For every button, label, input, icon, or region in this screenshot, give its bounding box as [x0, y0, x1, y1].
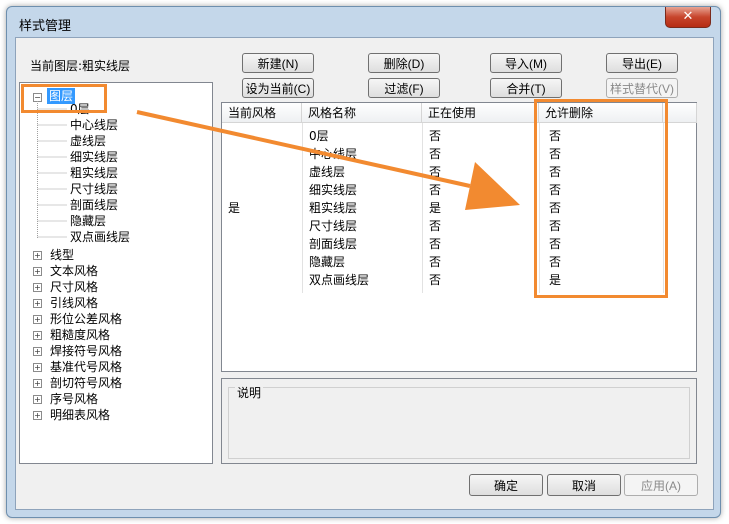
cell-name: 0层	[309, 129, 329, 143]
tree-category-item[interactable]: 尺寸风格	[50, 279, 98, 295]
cell-in-use: 否	[429, 183, 442, 197]
tree-category-item[interactable]: 粗糙度风格	[50, 327, 110, 343]
expand-icon[interactable]: +	[33, 347, 42, 356]
column-divider	[422, 123, 423, 293]
export-button[interactable]: 导出(E)	[606, 53, 678, 73]
style-tree[interactable]: − 图层 0层 中心线层 虚线层 细实线层 粗实线层 尺寸线层 剖面线层 隐藏层…	[19, 82, 213, 464]
close-icon: ✕	[682, 9, 694, 24]
column-divider	[302, 123, 303, 293]
tree-category-item[interactable]: 文本风格	[50, 263, 98, 279]
cancel-button[interactable]: 取消	[547, 474, 621, 496]
expand-icon[interactable]: +	[33, 251, 42, 260]
description-groupbox: 说明	[228, 386, 690, 459]
expand-icon[interactable]: +	[33, 299, 42, 308]
cell-name: 虚线层	[309, 165, 346, 179]
cell-in-use: 是	[429, 201, 442, 215]
import-button[interactable]: 导入(M)	[490, 53, 562, 73]
column-header-name[interactable]: 风格名称	[302, 103, 422, 123]
cell-in-use: 否	[429, 147, 442, 161]
tree-category-item[interactable]: 焊接符号风格	[50, 343, 122, 359]
tree-category-item[interactable]: 基准代号风格	[50, 359, 122, 375]
tree-category-item[interactable]: 引线风格	[50, 295, 98, 311]
cell-in-use: 否	[429, 255, 442, 269]
cell-name: 双点画线层	[309, 273, 370, 287]
column-header-current[interactable]: 当前风格	[222, 103, 302, 123]
expand-icon[interactable]: +	[33, 379, 42, 388]
tree-layer-item[interactable]: 双点画线层	[70, 229, 130, 245]
merge-button[interactable]: 合并(T)	[490, 78, 562, 98]
expand-icon[interactable]: +	[33, 331, 42, 340]
current-layer-label: 当前图层:粗实线层	[30, 59, 131, 73]
expand-icon[interactable]: +	[33, 283, 42, 292]
ok-button[interactable]: 确定	[469, 474, 543, 496]
tree-category-item[interactable]: 明细表风格	[50, 407, 110, 423]
title-bar[interactable]: 样式管理 ✕	[7, 7, 720, 37]
window-title: 样式管理	[19, 19, 72, 34]
filter-button[interactable]: 过滤(F)	[368, 78, 440, 98]
tree-layer-item[interactable]: 粗实线层	[70, 165, 118, 181]
cell-name: 中心线层	[309, 147, 358, 161]
cell-in-use: 否	[429, 237, 442, 251]
cell-name: 细实线层	[309, 183, 358, 197]
tree-layer-item[interactable]: 隐藏层	[70, 213, 106, 229]
cell-in-use: 否	[429, 273, 442, 287]
tree-category-item[interactable]: 线型	[50, 247, 74, 263]
tree-category-item[interactable]: 形位公差风格	[50, 311, 122, 327]
expand-icon[interactable]: +	[33, 267, 42, 276]
new-button[interactable]: 新建(N)	[242, 53, 314, 73]
expand-icon[interactable]: +	[33, 411, 42, 420]
delete-button[interactable]: 删除(D)	[368, 53, 440, 73]
tree-layer-item[interactable]: 中心线层	[70, 117, 118, 133]
cell-name: 隐藏层	[309, 255, 346, 269]
description-panel: 说明	[221, 378, 697, 464]
tree-layer-item[interactable]: 细实线层	[70, 149, 118, 165]
cell-current: 是	[228, 201, 241, 215]
tree-layer-item[interactable]: 虚线层	[70, 133, 106, 149]
apply-button[interactable]: 应用(A)	[624, 474, 698, 496]
tree-category-item[interactable]: 剖切符号风格	[50, 375, 122, 391]
close-button[interactable]: ✕	[665, 7, 711, 28]
highlight-box-tree-root	[21, 84, 107, 113]
tree-layer-item[interactable]: 尺寸线层	[70, 181, 118, 197]
cell-in-use: 否	[429, 129, 442, 143]
replace-style-button[interactable]: 样式替代(V)	[606, 78, 678, 98]
cell-name: 粗实线层	[309, 201, 358, 215]
column-header-in-use[interactable]: 正在使用	[422, 103, 539, 123]
description-label: 说明	[235, 386, 264, 400]
cell-name: 剖面线层	[309, 237, 358, 251]
set-current-button[interactable]: 设为当前(C)	[242, 78, 314, 98]
cell-in-use: 否	[429, 219, 442, 233]
expand-icon[interactable]: +	[33, 363, 42, 372]
expand-icon[interactable]: +	[33, 395, 42, 404]
column-header-filler	[663, 103, 697, 123]
highlight-box-deletable-column	[534, 99, 668, 298]
tree-category-item[interactable]: 序号风格	[50, 391, 98, 407]
cell-in-use: 否	[429, 165, 442, 179]
expand-icon[interactable]: +	[33, 315, 42, 324]
cell-name: 尺寸线层	[309, 219, 358, 233]
tree-layer-item[interactable]: 剖面线层	[70, 197, 118, 213]
